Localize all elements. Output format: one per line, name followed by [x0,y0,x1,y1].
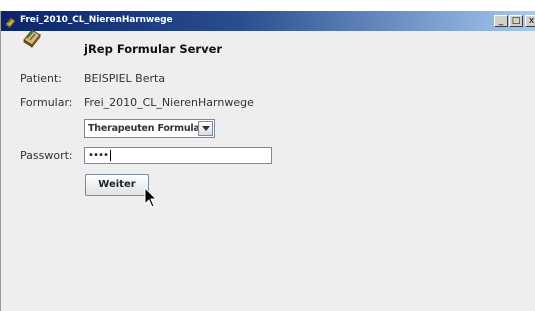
formular-label: Formular: [20,96,73,109]
maximize-button[interactable]: □ [509,15,523,27]
text-caret [110,150,111,161]
app-title: jRep Formular Server [84,42,223,56]
desktop-background [0,0,535,11]
book-icon [21,27,43,49]
patient-label: Patient: [20,72,63,85]
window-title: Frei_2010_CL_NierenHarnwege [20,15,173,25]
window-titlebar[interactable]: Frei_2010_CL_NierenHarnwege _ □ x [1,11,535,31]
minimize-button[interactable]: _ [494,15,508,27]
app-window: Frei_2010_CL_NierenHarnwege _ □ x jRep F… [0,11,535,311]
weiter-button[interactable]: Weiter [85,174,149,196]
chevron-down-icon[interactable] [198,121,213,136]
password-value: •••• [88,150,109,161]
close-button[interactable]: x [525,15,535,27]
form-type-dropdown[interactable]: Therapeuten Formular [84,119,215,138]
window-app-icon[interactable] [4,14,17,28]
mouse-pointer-icon [144,186,158,209]
form-type-selected: Therapeuten Formular [88,123,205,134]
patient-value: BEISPIEL Berta [84,72,166,85]
password-label: Passwort: [20,149,73,162]
password-field[interactable]: •••• [84,147,272,164]
formular-value: Frei_2010_CL_NierenHarnwege [84,96,254,109]
